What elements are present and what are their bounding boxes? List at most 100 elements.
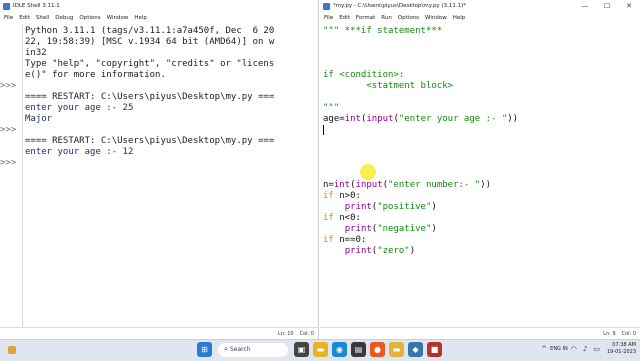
code-line — [323, 125, 636, 136]
shell-menu-help[interactable]: Help — [132, 15, 151, 21]
editor-menu-file[interactable]: File — [322, 15, 337, 21]
shell-col-number: Col: 0 — [299, 330, 314, 337]
shell-line-number: Ln: 10 — [278, 330, 294, 337]
editor-menu-format[interactable]: Format — [354, 15, 379, 21]
code-string: if <condition>: — [323, 70, 405, 80]
wifi-icon[interactable]: ◠ — [571, 345, 577, 353]
code-text: n= — [323, 180, 334, 190]
shell-prompt: >>> — [0, 158, 17, 168]
code-builtin: print — [344, 246, 372, 256]
code-builtin: int — [344, 114, 361, 124]
shell-menu-shell[interactable]: Shell — [34, 15, 53, 21]
code-builtin: input — [366, 114, 394, 124]
code-text: ) — [431, 224, 437, 234]
shell-title: IDLE Shell 3.11.1 — [13, 3, 60, 9]
file-explorer-icon[interactable]: ▬ — [313, 342, 328, 357]
code-text: age= — [323, 114, 345, 124]
python-idle-icon[interactable]: ◆ — [408, 342, 423, 357]
shell-menu-edit[interactable]: Edit — [17, 15, 34, 21]
shell-text-area[interactable]: >>> >>> >>> Python 3.11.1 (tags/v3.11.1:… — [0, 24, 318, 328]
editor-menu-edit[interactable]: Edit — [337, 15, 354, 21]
code-text: ) — [431, 202, 437, 212]
speaker-icon[interactable]: ♪ — [583, 345, 587, 353]
code-line: if n<0: — [323, 213, 636, 224]
shell-menu-options[interactable]: Options — [77, 15, 104, 21]
code-text: )) — [480, 180, 492, 190]
shell-line — [25, 125, 314, 136]
code-line: if <condition>: — [323, 70, 636, 81]
system-tray: ^ ENG IN ◠ ♪ ▭ 07:38 AM 19-01-2023 — [538, 342, 636, 356]
shell-line: Type "help", "copyright", "credits" or "… — [25, 59, 275, 69]
taskbar-search[interactable]: ⌕ Search — [218, 342, 288, 357]
language-indicator[interactable]: ENG IN — [550, 346, 568, 352]
minimize-button[interactable]: — — [574, 0, 596, 12]
shell-menu-file[interactable]: File — [2, 15, 17, 21]
code-line: <statment block> — [323, 81, 636, 92]
close-button[interactable]: ✕ — [618, 0, 640, 12]
code-text: n==0: — [333, 235, 367, 245]
code-line: if n>0: — [323, 191, 636, 202]
code-string: "positive" — [377, 202, 432, 212]
start-button-icon[interactable]: ⊞ — [197, 342, 212, 357]
shell-line: Python 3.11.1 (tags/v3.11.1:a7a450f, Dec… — [25, 26, 275, 36]
code-builtin: print — [344, 202, 372, 212]
maximize-button[interactable]: ☐ — [596, 0, 618, 12]
editor-menu-help[interactable]: Help — [451, 15, 470, 21]
code-string: <statment block> — [323, 81, 454, 91]
shell-menu-window[interactable]: Window — [105, 15, 133, 21]
code-builtin: print — [344, 224, 372, 234]
editor-menu-run[interactable]: Run — [379, 15, 396, 21]
shell-menu-debug[interactable]: Debug — [53, 15, 77, 21]
clock-time: 07:38 AM — [612, 342, 636, 348]
shell-line: Major — [25, 114, 53, 124]
code-text: n<0: — [333, 213, 361, 223]
editor-line-number: Ln: 9 — [603, 330, 616, 337]
code-string: "negative" — [377, 224, 432, 234]
code-line: print("zero") — [323, 246, 636, 257]
editor-menu-options[interactable]: Options — [396, 15, 423, 21]
clock[interactable]: 07:38 AM 19-01-2023 — [607, 342, 636, 356]
chevron-up-icon[interactable]: ^ — [541, 345, 547, 353]
shell-prompt: >>> — [0, 81, 17, 91]
battery-icon[interactable]: ▭ — [593, 345, 600, 353]
firefox-icon[interactable]: ● — [370, 342, 385, 357]
code-line: """ ***if statement*** — [323, 26, 636, 37]
search-label: Search — [230, 346, 251, 353]
code-line: """ — [323, 103, 636, 114]
taskbar-center: ⊞ ⌕ Search ▣ ▬ ◉ ▤ ● ▬ ◆ ■ — [195, 342, 444, 357]
shell-line: in32 — [25, 48, 47, 58]
editor-menu-window[interactable]: Window — [423, 15, 451, 21]
shell-output: Python 3.11.1 (tags/v3.11.1:a7a450f, Dec… — [25, 26, 314, 158]
editor-title: *my.py - C:\Users\piyus\Desktop\my.py (3… — [333, 3, 466, 9]
shell-line: 22, 19:58:39) [MSC v.1934 64 bit (AMD64)… — [25, 37, 275, 47]
edge-browser-icon[interactable]: ◉ — [332, 342, 347, 357]
task-view-icon[interactable]: ▣ — [294, 342, 309, 357]
code-line: print("negative") — [323, 224, 636, 235]
code-line: if n==0: — [323, 235, 636, 246]
taskbar: ⊞ ⌕ Search ▣ ▬ ◉ ▤ ● ▬ ◆ ■ ^ ENG IN ◠ ♪ … — [0, 339, 640, 361]
editor-col-number: Col: 0 — [621, 330, 636, 337]
store-icon[interactable]: ▤ — [351, 342, 366, 357]
code-builtin: int — [333, 180, 351, 190]
code-editor[interactable]: """ ***if statement*** if <condition>: <… — [320, 24, 640, 328]
search-icon: ⌕ — [224, 345, 228, 353]
editor-statusbar: Ln: 9 Col: 0 — [320, 327, 640, 339]
text-cursor — [323, 125, 324, 135]
folder-icon[interactable]: ▬ — [389, 342, 404, 357]
code-keyword: if — [323, 235, 334, 245]
weather-widget-icon[interactable] — [8, 346, 16, 354]
shell-titlebar: IDLE Shell 3.11.1 — [0, 0, 318, 12]
editor-titlebar: *my.py - C:\Users\piyus\Desktop\my.py (3… — [320, 0, 640, 12]
app-icon[interactable]: ■ — [427, 342, 442, 357]
shell-line: enter your age :- 25 — [25, 103, 134, 113]
shell-statusbar: Ln: 10 Col: 0 — [0, 327, 318, 339]
editor-window: *my.py - C:\Users\piyus\Desktop\my.py (3… — [320, 0, 640, 339]
code-line: age=int(input("enter your age :- ")) — [323, 114, 636, 125]
